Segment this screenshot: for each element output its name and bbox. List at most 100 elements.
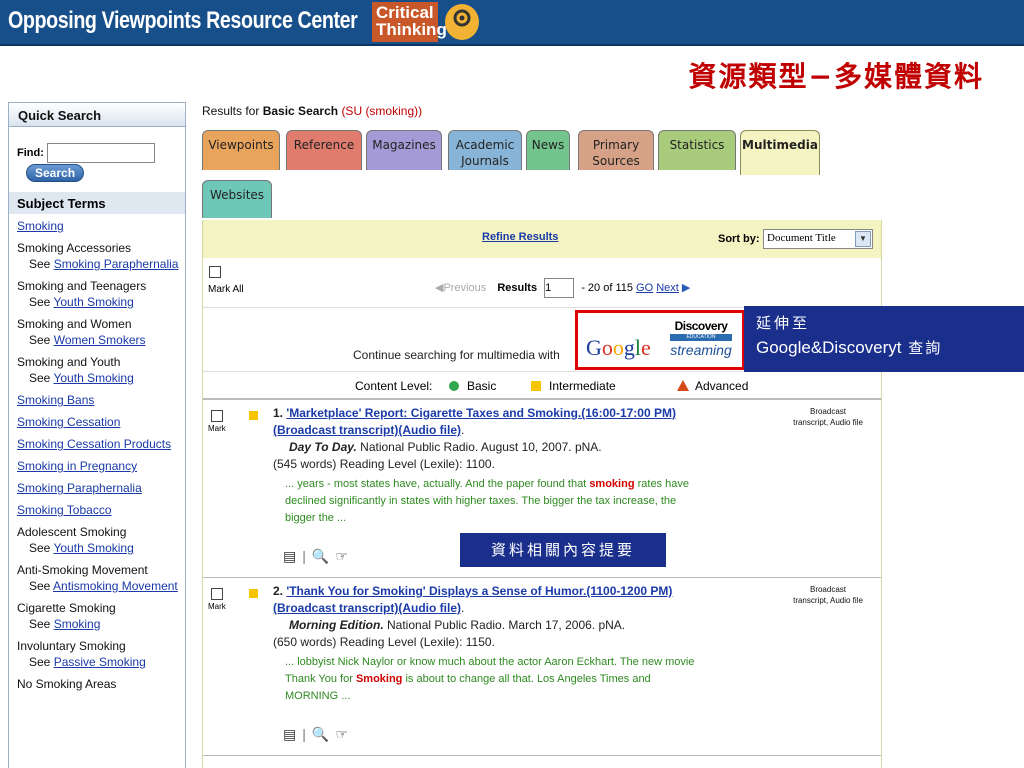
content-type-tabs: Viewpoints Reference Magazines Academic … [202,130,882,224]
result-mark-label: Mark [208,424,226,433]
document-icon[interactable]: ▤ [283,548,302,565]
critical-thinking-logo[interactable]: Critical Thinking [372,2,447,42]
result-title-link[interactable]: 'Marketplace' Report: Cigarette Taxes an… [273,406,676,437]
find-row: Find: Search [9,127,185,182]
subject-term-item: Smoking and Teenagers See Youth Smoking [17,278,185,310]
result-title-link[interactable]: 'Thank You for Smoking' Displays a Sense… [273,584,672,615]
mark-all-checkbox[interactable] [209,266,221,278]
mark-all-label: Mark All [208,284,244,295]
result-item: Mark 2. 'Thank You for Smoking' Displays … [203,578,881,756]
app-header: Opposing Viewpoints Resource Center Crit… [0,0,1024,46]
subject-terms-list: Smoking Smoking Accessories See Smoking Pa… [9,214,185,692]
subject-term-label: Smoking and Youth [17,355,121,369]
quick-search-sidebar: Quick Search Find: Search Subject Terms … [8,102,186,768]
subject-term-item[interactable]: Smoking in Pregnancy [17,458,185,474]
tab-primary-sources[interactable]: Primary Sources [578,130,654,170]
page-input[interactable] [544,278,575,298]
see-link[interactable]: Smoking Paraphernalia [54,257,179,271]
subject-term-item[interactable]: Smoking Cessation [17,414,185,430]
subject-term-item: Smoking and Women See Women Smokers [17,316,185,348]
tab-news[interactable]: News [526,130,570,170]
pager: ◀Previous Results - 20 of 115 GO Next ▶ [435,278,690,298]
tab-academic-journals[interactable]: Academic Journals [448,130,522,170]
subject-term-item[interactable]: Smoking Tobacco [17,502,185,518]
summary-callout: 資料相關內容提要 [460,533,666,567]
refine-bar: Refine Results Sort by: Document Title ▼ [203,220,881,258]
hand-pointer-icon[interactable]: ☞ [335,548,354,565]
external-search-box: Google Discovery EDUCATION streaming [575,310,745,370]
results-list: Mark 1. 'Marketplace' Report: Cigarette T… [203,400,881,756]
tab-multimedia[interactable]: Multimedia [740,130,820,175]
tab-magazines[interactable]: Magazines [366,130,442,170]
see-link[interactable]: Women Smokers [54,333,146,347]
hand-pointer-icon[interactable]: ☞ [335,726,354,743]
subject-term-label[interactable]: Smoking Cessation [17,415,120,429]
see-link[interactable]: Smoking [54,617,101,631]
see-link[interactable]: Youth Smoking [53,541,133,555]
see-reference: See Youth Smoking [17,370,185,386]
see-label: See [29,333,51,347]
next-arrow-icon[interactable]: ▶ [682,282,690,294]
find-label: Find: [17,146,44,159]
see-link[interactable]: Youth Smoking [53,371,133,385]
results-label: Results [497,281,538,294]
result-mark-label: Mark [208,602,226,611]
results-for: Results for Basic Search (SU (smoking)) [202,102,882,122]
google-logo[interactable]: Google [586,335,651,361]
subject-term-label: Smoking Accessories [17,241,132,255]
see-label: See [29,617,51,631]
subject-term-item[interactable]: Smoking Paraphernalia [17,480,185,496]
see-label: See [29,295,51,309]
extend-callout-line-2: Google&Discoveryt 查詢 [756,338,943,357]
see-reference: See Women Smokers [17,332,185,348]
result-abstract: ... lobbyist Nick Naylor or know much ab… [285,656,695,702]
magnifier-icon[interactable]: 🔍 [312,548,335,565]
tab-viewpoints[interactable]: Viewpoints [202,130,280,170]
quick-search-heading: Quick Search [9,103,185,127]
result-source: Morning Edition. National Public Radio. … [289,618,626,632]
subject-term-item[interactable]: Smoking Bans [17,392,185,408]
see-label: See [29,371,51,385]
tab-statistics[interactable]: Statistics [658,130,736,170]
subject-term-label[interactable]: Smoking in Pregnancy [17,459,137,473]
slide: Opposing Viewpoints Resource Center Crit… [0,0,1024,768]
see-link[interactable]: Youth Smoking [53,295,133,309]
see-link[interactable]: Passive Smoking [54,655,146,669]
head-gear-icon [445,4,479,40]
subject-term-label[interactable]: Smoking Cessation Products [17,437,171,451]
subject-term-label[interactable]: Smoking Bans [17,393,94,407]
level-basic: Basic [449,379,496,393]
see-label: See [29,655,51,669]
subject-term-label: Adolescent Smoking [17,525,127,539]
refine-results-link[interactable]: Refine Results [482,231,558,243]
app-title[interactable]: Opposing Viewpoints Resource Center [8,7,358,35]
chevron-down-icon[interactable]: ▼ [855,231,871,247]
search-button[interactable]: Search [26,164,85,182]
subject-term-item[interactable]: Smoking [17,218,185,234]
extend-callout-line-1: 延伸至 [756,314,811,332]
result-number: 2. [273,584,284,598]
tab-reference[interactable]: Reference [286,130,362,170]
sort-select[interactable]: Document Title ▼ [763,229,873,249]
discovery-streaming-logo[interactable]: Discovery EDUCATION streaming [666,319,736,358]
subject-term-item[interactable]: Smoking Cessation Products [17,436,185,452]
subject-term-label[interactable]: Smoking Paraphernalia [17,481,142,495]
content-level-legend: Content Level: Basic Intermediate Advanc… [203,372,881,400]
subject-term-label: No Smoking Areas [17,677,117,691]
subject-term-label[interactable]: Smoking [17,219,64,233]
see-reference: See Smoking Paraphernalia [17,256,185,272]
tab-websites[interactable]: Websites [202,180,272,218]
next-link[interactable]: Next [656,282,679,294]
divider: | [302,548,312,564]
see-link[interactable]: Antismoking Movement [53,579,178,593]
magnifier-icon[interactable]: 🔍 [312,726,335,743]
document-icon[interactable]: ▤ [283,726,302,743]
subject-term-label[interactable]: Smoking Tobacco [17,503,112,517]
result-body: 1. 'Marketplace' Report: Cigarette Taxes… [273,405,713,527]
find-input[interactable] [46,143,155,163]
triangle-icon [677,380,689,391]
see-reference: See Passive Smoking [17,654,185,670]
go-link[interactable]: GO [636,282,653,294]
result-checkbox[interactable] [211,588,223,600]
result-checkbox[interactable] [211,410,223,422]
